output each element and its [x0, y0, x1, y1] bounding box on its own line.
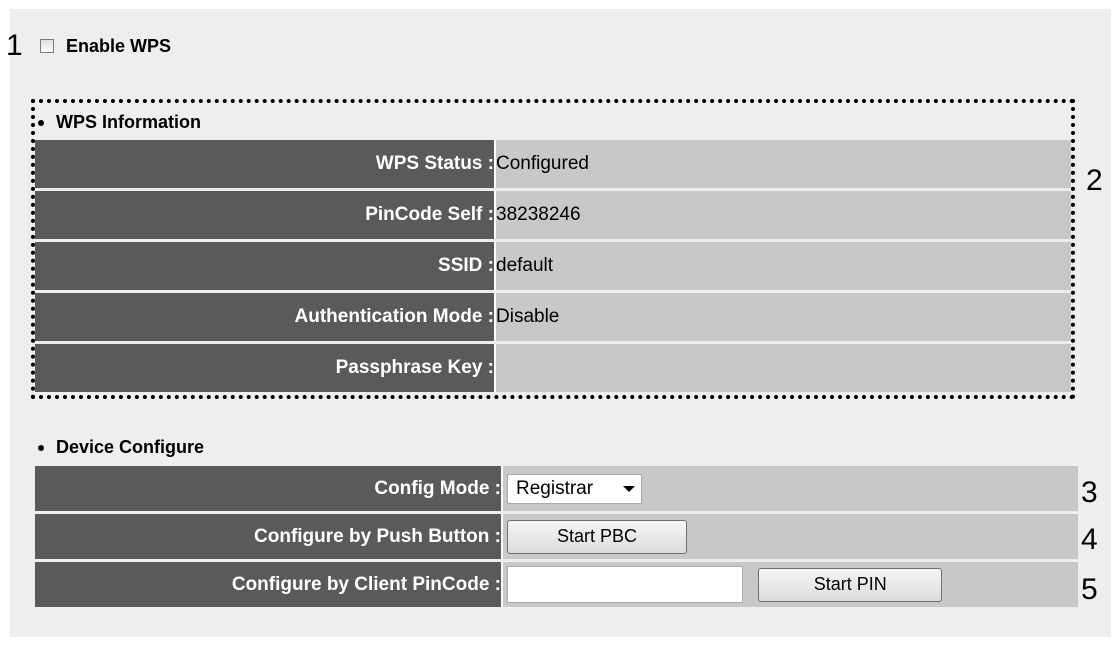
pincode-self-label: PinCode Self :	[35, 191, 496, 239]
chevron-down-icon	[623, 485, 635, 492]
wps-information-title-text: WPS Information	[56, 112, 201, 132]
table-row: Passphrase Key :	[35, 344, 1071, 392]
callout-2: 2	[1086, 164, 1103, 197]
enable-wps-row: Enable WPS	[40, 35, 171, 57]
passphrase-key-label: Passphrase Key :	[35, 344, 496, 392]
enable-wps-checkbox[interactable]	[40, 39, 54, 53]
wps-status-label: WPS Status :	[35, 140, 496, 188]
start-pbc-button[interactable]: Start PBC	[507, 519, 687, 554]
wps-information-title: WPS Information	[38, 112, 201, 133]
device-configure-title-text: Device Configure	[56, 437, 205, 457]
passphrase-key-value	[496, 344, 1071, 392]
client-pincode-input[interactable]	[507, 566, 743, 603]
authentication-mode-value: Disable	[496, 293, 1071, 341]
table-row: PinCode Self : 38238246	[35, 191, 1071, 239]
callout-1: 1	[6, 29, 23, 62]
push-button-label: Configure by Push Button :	[35, 514, 503, 559]
ssid-value: default	[496, 242, 1071, 290]
config-mode-label: Config Mode :	[35, 466, 503, 511]
pincode-self-value: 38238246	[496, 191, 1071, 239]
callout-4: 4	[1081, 523, 1098, 556]
push-button-cell: Start PBC	[503, 514, 1078, 559]
config-mode-selected: Registrar	[516, 477, 594, 499]
authentication-mode-label: Authentication Mode :	[35, 293, 496, 341]
client-pincode-cell: Start PIN	[503, 562, 1078, 607]
table-row: SSID : default	[35, 242, 1071, 290]
bullet-icon	[38, 444, 44, 451]
table-row: WPS Status : Configured	[35, 140, 1071, 188]
client-pincode-label: Configure by Client PinCode :	[35, 562, 503, 607]
table-row: Configure by Client PinCode : Start PIN	[35, 562, 1078, 607]
table-row: Config Mode : Registrar	[35, 466, 1078, 511]
enable-wps-label: Enable WPS	[66, 35, 172, 56]
config-mode-select[interactable]: Registrar	[507, 473, 642, 504]
start-pin-button[interactable]: Start PIN	[758, 567, 943, 602]
wps-status-value: Configured	[496, 140, 1071, 188]
ssid-label: SSID :	[35, 242, 496, 290]
callout-5: 5	[1081, 573, 1098, 606]
config-mode-cell: Registrar	[503, 466, 1078, 511]
callout-3: 3	[1081, 476, 1098, 509]
device-configure-title: Device Configure	[38, 437, 204, 458]
device-configure-table: Config Mode : Registrar Configure by Pus…	[35, 463, 1078, 610]
table-row: Authentication Mode : Disable	[35, 293, 1071, 341]
bullet-icon	[38, 119, 44, 126]
wps-information-table: WPS Status : Configured PinCode Self : 3…	[35, 137, 1071, 395]
table-row: Configure by Push Button : Start PBC	[35, 514, 1078, 559]
